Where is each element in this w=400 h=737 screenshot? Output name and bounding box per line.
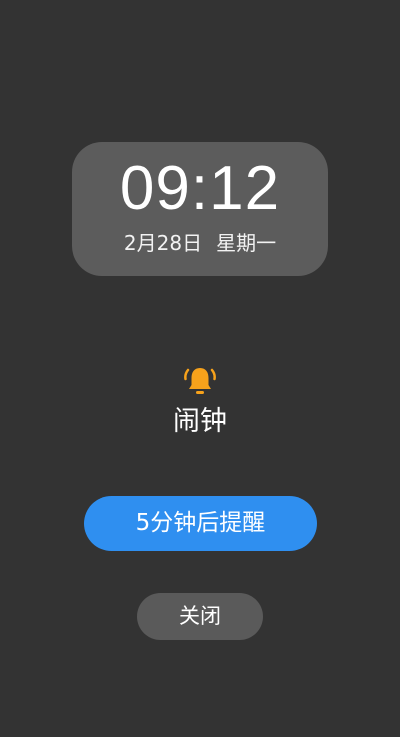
clock-card: 09:12 2月28日 星期一 bbox=[72, 142, 328, 276]
clock-time: 09:12 bbox=[119, 154, 281, 223]
snooze-button[interactable]: 5分钟后提醒 bbox=[84, 496, 317, 551]
bell-icon bbox=[184, 368, 216, 394]
clock-date-row: 2月28日 星期一 bbox=[72, 230, 328, 256]
close-button[interactable]: 关闭 bbox=[137, 593, 263, 640]
clock-weekday: 星期一 bbox=[216, 231, 277, 255]
clock-date: 2月28日 bbox=[123, 231, 203, 255]
alarm-label: 闹钟 bbox=[173, 406, 227, 437]
